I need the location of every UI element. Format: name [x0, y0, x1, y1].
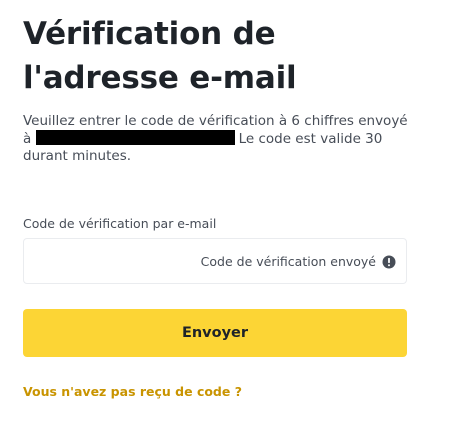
- page-title: Vérification de l'adresse e-mail: [23, 16, 297, 96]
- resend-code-link[interactable]: Vous n'avez pas reçu de code ?: [23, 384, 242, 399]
- info-circle-icon: [382, 254, 396, 269]
- verification-code-field[interactable]: Code de vérification envoyé: [20, 238, 407, 284]
- email-verification-page: Vérification de l'adresse e-mail Veuille…: [0, 0, 453, 431]
- verification-code-label: Code de vérification par e-mail: [23, 216, 217, 231]
- submit-button[interactable]: Envoyer: [23, 309, 407, 357]
- verification-code-input[interactable]: [20, 238, 201, 284]
- code-sent-status: Code de vérification envoyé: [200, 253, 376, 269]
- redacted-email: [35, 130, 235, 145]
- instructions-text: Veuillez entrer le code de vérification …: [23, 113, 413, 165]
